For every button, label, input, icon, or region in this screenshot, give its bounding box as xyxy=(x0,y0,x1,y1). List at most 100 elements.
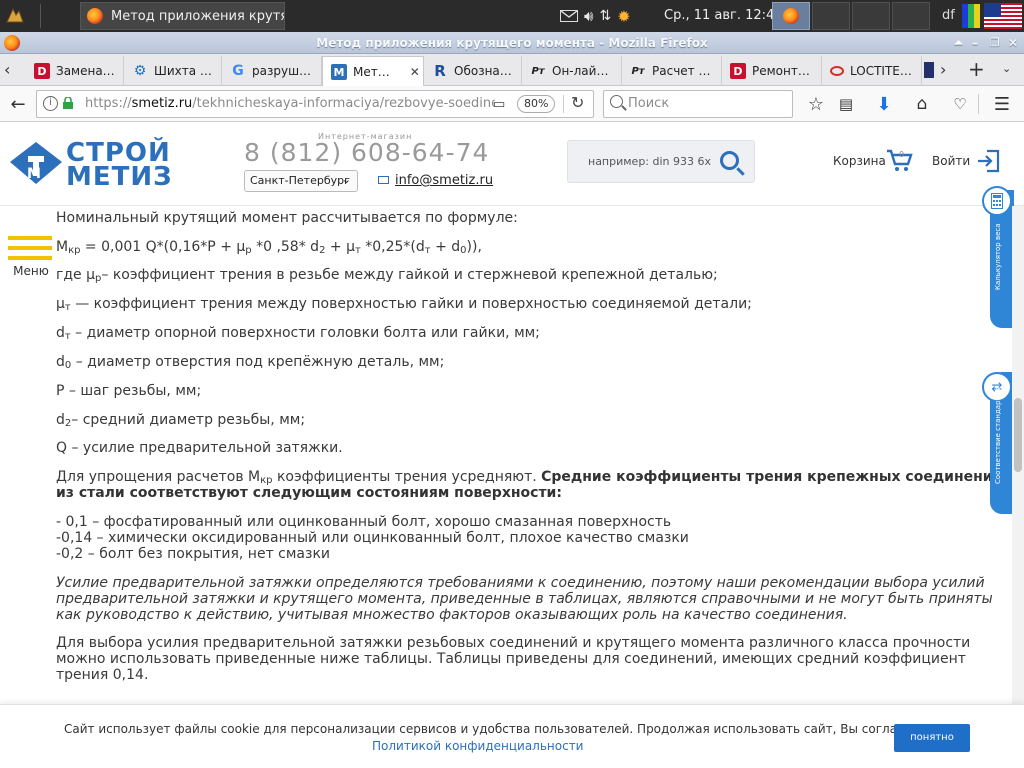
search-icon-handle xyxy=(621,105,627,111)
downloads-icon[interactable]: ⬇ xyxy=(872,92,896,116)
rail-standards-label: Соответствие стандартов xyxy=(994,387,1002,484)
system-taskbar: Метод приложения крутя… 🔊︎ ⇅ ✹ Ср., 11 а… xyxy=(0,0,1024,32)
phone-link[interactable]: 8 (812) 608-64-74 xyxy=(244,138,489,167)
definition-q: Q – усилие предварительной затяжки. xyxy=(56,440,343,456)
standards-rail[interactable]: ⇄ Соответствие стандартов xyxy=(982,372,1014,514)
smetiz-icon: М xyxy=(331,64,347,80)
city-select[interactable]: Санкт-Петербург ⌄ xyxy=(244,170,358,192)
tab-4-active[interactable]: М Мет… ✕ xyxy=(322,56,424,87)
window-up-icon[interactable]: ⏶ xyxy=(954,32,963,54)
search-icon[interactable] xyxy=(720,151,739,170)
reader-view-icon[interactable]: ▭ xyxy=(493,97,505,112)
menu-label: Меню xyxy=(13,264,49,278)
tab-7[interactable]: Рт Расчет … xyxy=(622,56,722,86)
tab-label: Расчет … xyxy=(652,64,711,78)
pocket-icon[interactable]: ♡ xyxy=(948,92,972,116)
lock-icon[interactable] xyxy=(63,96,73,109)
hamburger-menu-icon[interactable]: ☰ xyxy=(990,92,1014,116)
url-path: /tekhnicheskaya-informaciya/rezbovye-soe… xyxy=(192,96,495,111)
cookie-accept-button[interactable]: понятно xyxy=(894,724,970,752)
search-icon-handle xyxy=(736,167,745,176)
separator xyxy=(40,4,41,28)
svg-text:M: M xyxy=(27,166,41,182)
url-bar[interactable]: i https://smetiz.ru/tekhnicheskaya-infor… xyxy=(36,90,594,118)
cart-label[interactable]: Корзина xyxy=(833,154,886,168)
taskbar-firefox-launcher[interactable] xyxy=(772,2,810,30)
user-name: df xyxy=(942,8,955,23)
close-window-icon[interactable]: ✕ xyxy=(1008,32,1018,54)
close-tab-icon[interactable]: ✕ xyxy=(410,65,420,79)
mail-icon[interactable] xyxy=(560,10,578,22)
scrollbar-thumb[interactable] xyxy=(1014,398,1022,472)
clock[interactable]: Ср., 11 авг. 12:48 xyxy=(664,8,783,23)
window-titlebar: Метод приложения крутящего момента - Moz… xyxy=(0,32,1024,54)
tab-1[interactable]: D Замена… xyxy=(26,56,124,86)
restore-icon[interactable]: ❐ xyxy=(990,32,1000,54)
page-scrollbar[interactable] xyxy=(1012,206,1024,704)
tab-5[interactable]: R Обозна… xyxy=(424,56,522,86)
site-logo[interactable]: M СТРОЙ МЕТИЗ xyxy=(8,138,172,192)
taskbar-window-button[interactable]: Метод приложения крутя… xyxy=(80,2,285,30)
site-menu-button[interactable]: Меню xyxy=(8,236,54,286)
login-label[interactable]: Войти xyxy=(932,154,970,168)
workspace-4[interactable] xyxy=(892,2,930,30)
search-placeholder: Поиск xyxy=(628,96,670,111)
us-flag-icon[interactable] xyxy=(984,3,1022,29)
final-paragraph-line: можно использовать приведенные ниже табл… xyxy=(56,651,966,667)
google-icon: G xyxy=(232,63,244,79)
tab-2[interactable]: ⚙ Шихта … xyxy=(124,56,222,86)
cookie-banner: Сайт использует файлы cookie для персона… xyxy=(0,704,1024,768)
weather-sun-icon[interactable]: ✹ xyxy=(617,7,630,26)
browser-search-input[interactable]: Поиск xyxy=(603,90,793,118)
tab-label: Обозна… xyxy=(454,64,512,78)
tab-6[interactable]: Рт Он-лай… xyxy=(522,56,622,86)
workspace-2[interactable] xyxy=(812,2,850,30)
info-icon[interactable]: i xyxy=(43,96,58,111)
calculator-rail[interactable]: Калькулятор веса xyxy=(982,186,1014,328)
minimize-icon[interactable]: – xyxy=(972,32,978,54)
reload-icon[interactable]: ↻ xyxy=(571,93,584,112)
loctite-icon xyxy=(830,66,844,76)
rail-calc-label: Калькулятор веса xyxy=(994,223,1002,290)
list-item: - 0,1 – фосфатированный или оцинкованный… xyxy=(56,514,672,530)
network-icon[interactable]: ⇅ xyxy=(599,8,611,24)
italic-note-line: как руководство к действию, учитывая мно… xyxy=(56,607,848,623)
login-icon[interactable] xyxy=(976,149,1000,173)
tab-label: Замена… xyxy=(56,64,115,78)
d-brand-icon: D xyxy=(730,63,746,79)
new-tab-icon[interactable]: + xyxy=(968,57,985,81)
tab-8[interactable]: D Ремонт… xyxy=(722,56,822,86)
italic-note-line: предварительной затяжки и крутящего моме… xyxy=(56,591,993,607)
city-value: Санкт-Петербург xyxy=(250,174,350,187)
volume-icon[interactable]: 🔊︎ xyxy=(584,7,593,25)
logo-emblem-icon: M xyxy=(10,142,62,184)
home-icon[interactable]: ⌂ xyxy=(910,92,934,116)
cart-count: 0 xyxy=(899,150,905,159)
library-icon[interactable]: ▤ xyxy=(834,92,858,116)
back-icon[interactable]: ← xyxy=(6,92,30,116)
tab-label: Мет… xyxy=(353,65,390,79)
workspace-3[interactable] xyxy=(852,2,890,30)
tab-3[interactable]: G разруш… xyxy=(222,56,322,86)
taskbar-window-title: Метод приложения крутя… xyxy=(111,8,285,24)
bookmark-star-icon[interactable]: ☆ xyxy=(804,92,828,116)
tab-label: Он-лай… xyxy=(552,64,609,78)
tabs-scroll-right-icon[interactable]: › xyxy=(940,60,946,79)
window-title: Метод приложения крутящего момента - Moz… xyxy=(316,36,708,50)
app-menu-icon[interactable] xyxy=(4,6,26,26)
cookie-text: Сайт использует файлы cookie для персона… xyxy=(64,722,962,736)
gear-icon: ⚙ xyxy=(133,63,147,79)
list-item: -0,14 – химически оксидированный или оци… xyxy=(56,530,689,546)
email-icon xyxy=(378,176,389,184)
site-search-box[interactable]: например: din 933 6х xyxy=(567,140,755,183)
zoom-badge[interactable]: 80% xyxy=(517,95,556,113)
definition-d-t: dт – диаметр опорной поверхности головки… xyxy=(56,325,540,342)
tab-label: Шихта … xyxy=(154,64,212,78)
privacy-policy-link[interactable]: Политикой конфиденциальности xyxy=(372,739,583,753)
tab-9[interactable]: LOCTITE… xyxy=(822,56,922,86)
tab-list-icon[interactable]: ⌄ xyxy=(1002,62,1011,75)
tab-label: разруш… xyxy=(252,64,312,78)
tab-partial[interactable] xyxy=(924,62,934,78)
tabs-scroll-left-icon[interactable]: ‹ xyxy=(4,60,10,79)
email-link[interactable]: info@smetiz.ru xyxy=(395,173,493,188)
